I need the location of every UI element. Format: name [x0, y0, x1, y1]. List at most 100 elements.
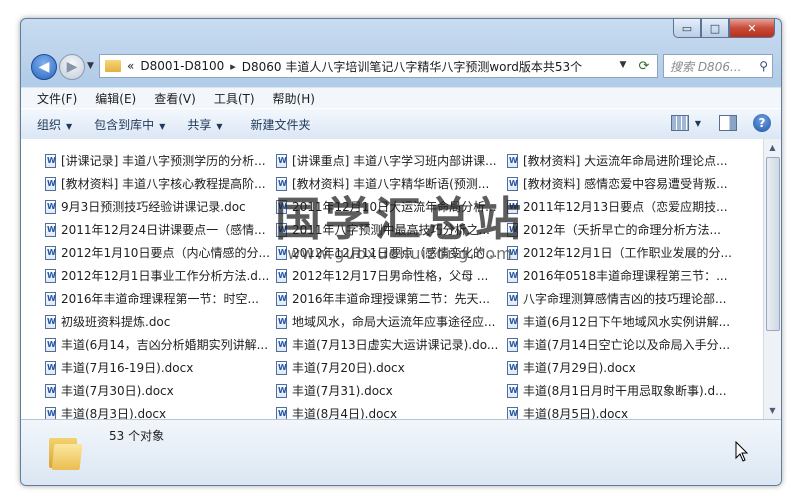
file-item[interactable]: 2016年丰道命理授课第二节：先天...: [276, 287, 507, 310]
share-label: 共享: [187, 117, 212, 132]
file-name: 2012年1月10日要点（内心情感的分...: [61, 246, 270, 260]
file-name: 丰道(6月14，吉凶分析婚期实列讲解...: [61, 338, 269, 352]
file-item[interactable]: 丰道(8月5日).docx: [507, 402, 738, 419]
vertical-scrollbar[interactable]: ▲ ▼: [763, 139, 781, 419]
word-document-icon: [45, 176, 56, 191]
file-name: 丰道(7月31).docx: [292, 384, 393, 398]
menu-edit[interactable]: 编辑(E): [86, 90, 145, 107]
word-document-icon: [45, 268, 56, 283]
scroll-up-icon[interactable]: ▲: [764, 139, 781, 156]
file-item[interactable]: 9月3日预测技巧经验讲课记录.doc: [45, 195, 276, 218]
address-bar[interactable]: « D8001-D8100 ▸ D8060 丰道人八字培训笔记八字精华八字预测w…: [99, 54, 633, 78]
file-item[interactable]: 丰道(6月14，吉凶分析婚期实列讲解...: [45, 333, 276, 356]
file-item[interactable]: [讲课重点] 丰道八字学习班内部讲课...: [276, 149, 507, 172]
word-document-icon: [276, 245, 287, 260]
search-icon: ⚲: [759, 59, 768, 73]
file-item[interactable]: 丰道(7月29日).docx: [507, 356, 738, 379]
include-library-button[interactable]: 包含到库中 ▼: [94, 116, 165, 133]
share-button[interactable]: 共享 ▼: [187, 116, 222, 133]
breadcrumb-current[interactable]: D8060 丰道人八字培训笔记八字精华八字预测word版本共53个: [242, 58, 582, 75]
word-document-icon: [45, 360, 56, 375]
file-item[interactable]: 2012年12月1日事业工作分析方法.d...: [45, 264, 276, 287]
file-name: 八字命理测算感情吉凶的技巧理论部...: [523, 292, 727, 306]
file-item[interactable]: 丰道(8月1日月时干用忌取象断事).d...: [507, 379, 738, 402]
file-item[interactable]: 地域风水，命局大运流年应事途径应...: [276, 310, 507, 333]
address-dropdown-icon[interactable]: ▼: [615, 54, 631, 76]
file-item[interactable]: 2012年12月17日男命性格，父母 ...: [276, 264, 507, 287]
refresh-button[interactable]: ⟳: [631, 54, 658, 78]
breadcrumb-separator-icon[interactable]: ▸: [230, 60, 236, 73]
word-document-icon: [45, 222, 56, 237]
word-document-icon: [507, 337, 518, 352]
file-name: 2012年（夭折早亡的命理分析方法...: [523, 223, 721, 237]
file-item[interactable]: 2016年丰道命理课程第一节：时空...: [45, 287, 276, 310]
file-item[interactable]: 2011年12月13日要点（恋爱应期技...: [507, 195, 738, 218]
explorer-window: ▭ □ ✕ ◀ ▶ ▼ « D8001-D8100 ▸ D8060 丰道人八字培…: [20, 18, 782, 486]
minimize-button[interactable]: ▭: [673, 19, 701, 38]
word-document-icon: [276, 360, 287, 375]
file-name: [教材资料] 感情恋爱中容易遭受背叛...: [523, 177, 728, 191]
menu-view[interactable]: 查看(V): [145, 90, 205, 107]
file-item[interactable]: 丰道(7月20日).docx: [276, 356, 507, 379]
file-item[interactable]: 丰道(7月16-19日).docx: [45, 356, 276, 379]
file-name: 2016年丰道命理授课第二节：先天...: [292, 292, 490, 306]
file-item[interactable]: 2011年八字预测中最高技巧分析之...: [276, 218, 507, 241]
file-item[interactable]: 2012年（夭折早亡的命理分析方法...: [507, 218, 738, 241]
file-name: 丰道(7月30日).docx: [61, 384, 174, 398]
view-options-icon[interactable]: [670, 115, 689, 131]
file-item[interactable]: 丰道(8月4日).docx: [276, 402, 507, 419]
file-item[interactable]: 丰道(7月31).docx: [276, 379, 507, 402]
file-item[interactable]: 丰道(7月14日空亡论以及命局入手分...: [507, 333, 738, 356]
file-item[interactable]: 丰道(6月12日下午地域风水实例讲解...: [507, 310, 738, 333]
file-item[interactable]: [教材资料] 丰道八字精华断语(预测...: [276, 172, 507, 195]
menu-help[interactable]: 帮助(H): [264, 90, 324, 107]
file-item[interactable]: 2012年12月1日（工作职业发展的分...: [507, 241, 738, 264]
file-name: 丰道(7月29日).docx: [523, 361, 636, 375]
address-overflow[interactable]: «: [127, 59, 134, 73]
menu-file[interactable]: 文件(F): [21, 90, 86, 107]
file-item[interactable]: 丰道(7月13日虚实大运讲课记录).do...: [276, 333, 507, 356]
chevron-down-icon: ▼: [159, 121, 166, 131]
new-folder-button[interactable]: 新建文件夹: [251, 116, 311, 133]
word-document-icon: [45, 314, 56, 329]
file-item[interactable]: 2012年1月10日要点（内心情感的分...: [45, 241, 276, 264]
file-item[interactable]: 八字命理测算感情吉凶的技巧理论部...: [507, 287, 738, 310]
file-item[interactable]: [教材资料] 丰道八字核心教程提高阶...: [45, 172, 276, 195]
forward-button[interactable]: ▶: [59, 54, 85, 80]
organize-button[interactable]: 组织 ▼: [37, 116, 72, 133]
file-item[interactable]: [教材资料] 大运流年命局进阶理论点...: [507, 149, 738, 172]
maximize-button[interactable]: □: [701, 19, 729, 38]
preview-pane-icon[interactable]: [719, 115, 737, 131]
file-item[interactable]: [教材资料] 感情恋爱中容易遭受背叛...: [507, 172, 738, 195]
scroll-thumb[interactable]: [766, 157, 780, 331]
search-input[interactable]: 搜索 D806...: [670, 58, 759, 75]
file-item[interactable]: 2012年12月11日要点（感情变化的分...: [276, 241, 507, 264]
file-name: 丰道(7月14日空亡论以及命局入手分...: [523, 338, 731, 352]
include-library-label: 包含到库中: [94, 117, 155, 132]
file-item[interactable]: 初级班资料提炼.doc: [45, 310, 276, 333]
file-name: [教材资料] 丰道八字精华断语(预测...: [292, 177, 490, 191]
menu-tools[interactable]: 工具(T): [205, 90, 264, 107]
help-icon[interactable]: ?: [753, 114, 771, 132]
breadcrumb-parent[interactable]: D8001-D8100: [140, 59, 224, 73]
file-name: 2011年12月13日要点（恋爱应期技...: [523, 200, 728, 214]
back-button[interactable]: ◀: [31, 54, 57, 80]
file-name: [讲课记录] 丰道八字预测学历的分析...: [61, 154, 266, 168]
file-name: 丰道(8月5日).docx: [523, 407, 629, 419]
file-item[interactable]: [讲课记录] 丰道八字预测学历的分析...: [45, 149, 276, 172]
file-item[interactable]: 丰道(7月30日).docx: [45, 379, 276, 402]
scroll-down-icon[interactable]: ▼: [764, 402, 781, 419]
file-item[interactable]: 2011年12月24日讲课要点一（感情...: [45, 218, 276, 241]
close-button[interactable]: ✕: [729, 19, 775, 38]
search-box[interactable]: 搜索 D806... ⚲: [663, 54, 773, 78]
word-document-icon: [507, 291, 518, 306]
view-dropdown-icon[interactable]: ▼: [695, 119, 701, 128]
file-name: 丰道(7月16-19日).docx: [61, 361, 194, 375]
file-item[interactable]: 2011年12月10日大运流年命局分析...: [276, 195, 507, 218]
file-name: 2012年12月17日男命性格，父母 ...: [292, 269, 489, 283]
word-document-icon: [507, 360, 518, 375]
file-item[interactable]: 丰道(8月3日).docx: [45, 402, 276, 419]
file-name: [教材资料] 大运流年命局进阶理论点...: [523, 154, 728, 168]
file-item[interactable]: 2016年0518丰道命理课程第三节：...: [507, 264, 738, 287]
recent-pages-dropdown[interactable]: ▼: [87, 61, 94, 71]
